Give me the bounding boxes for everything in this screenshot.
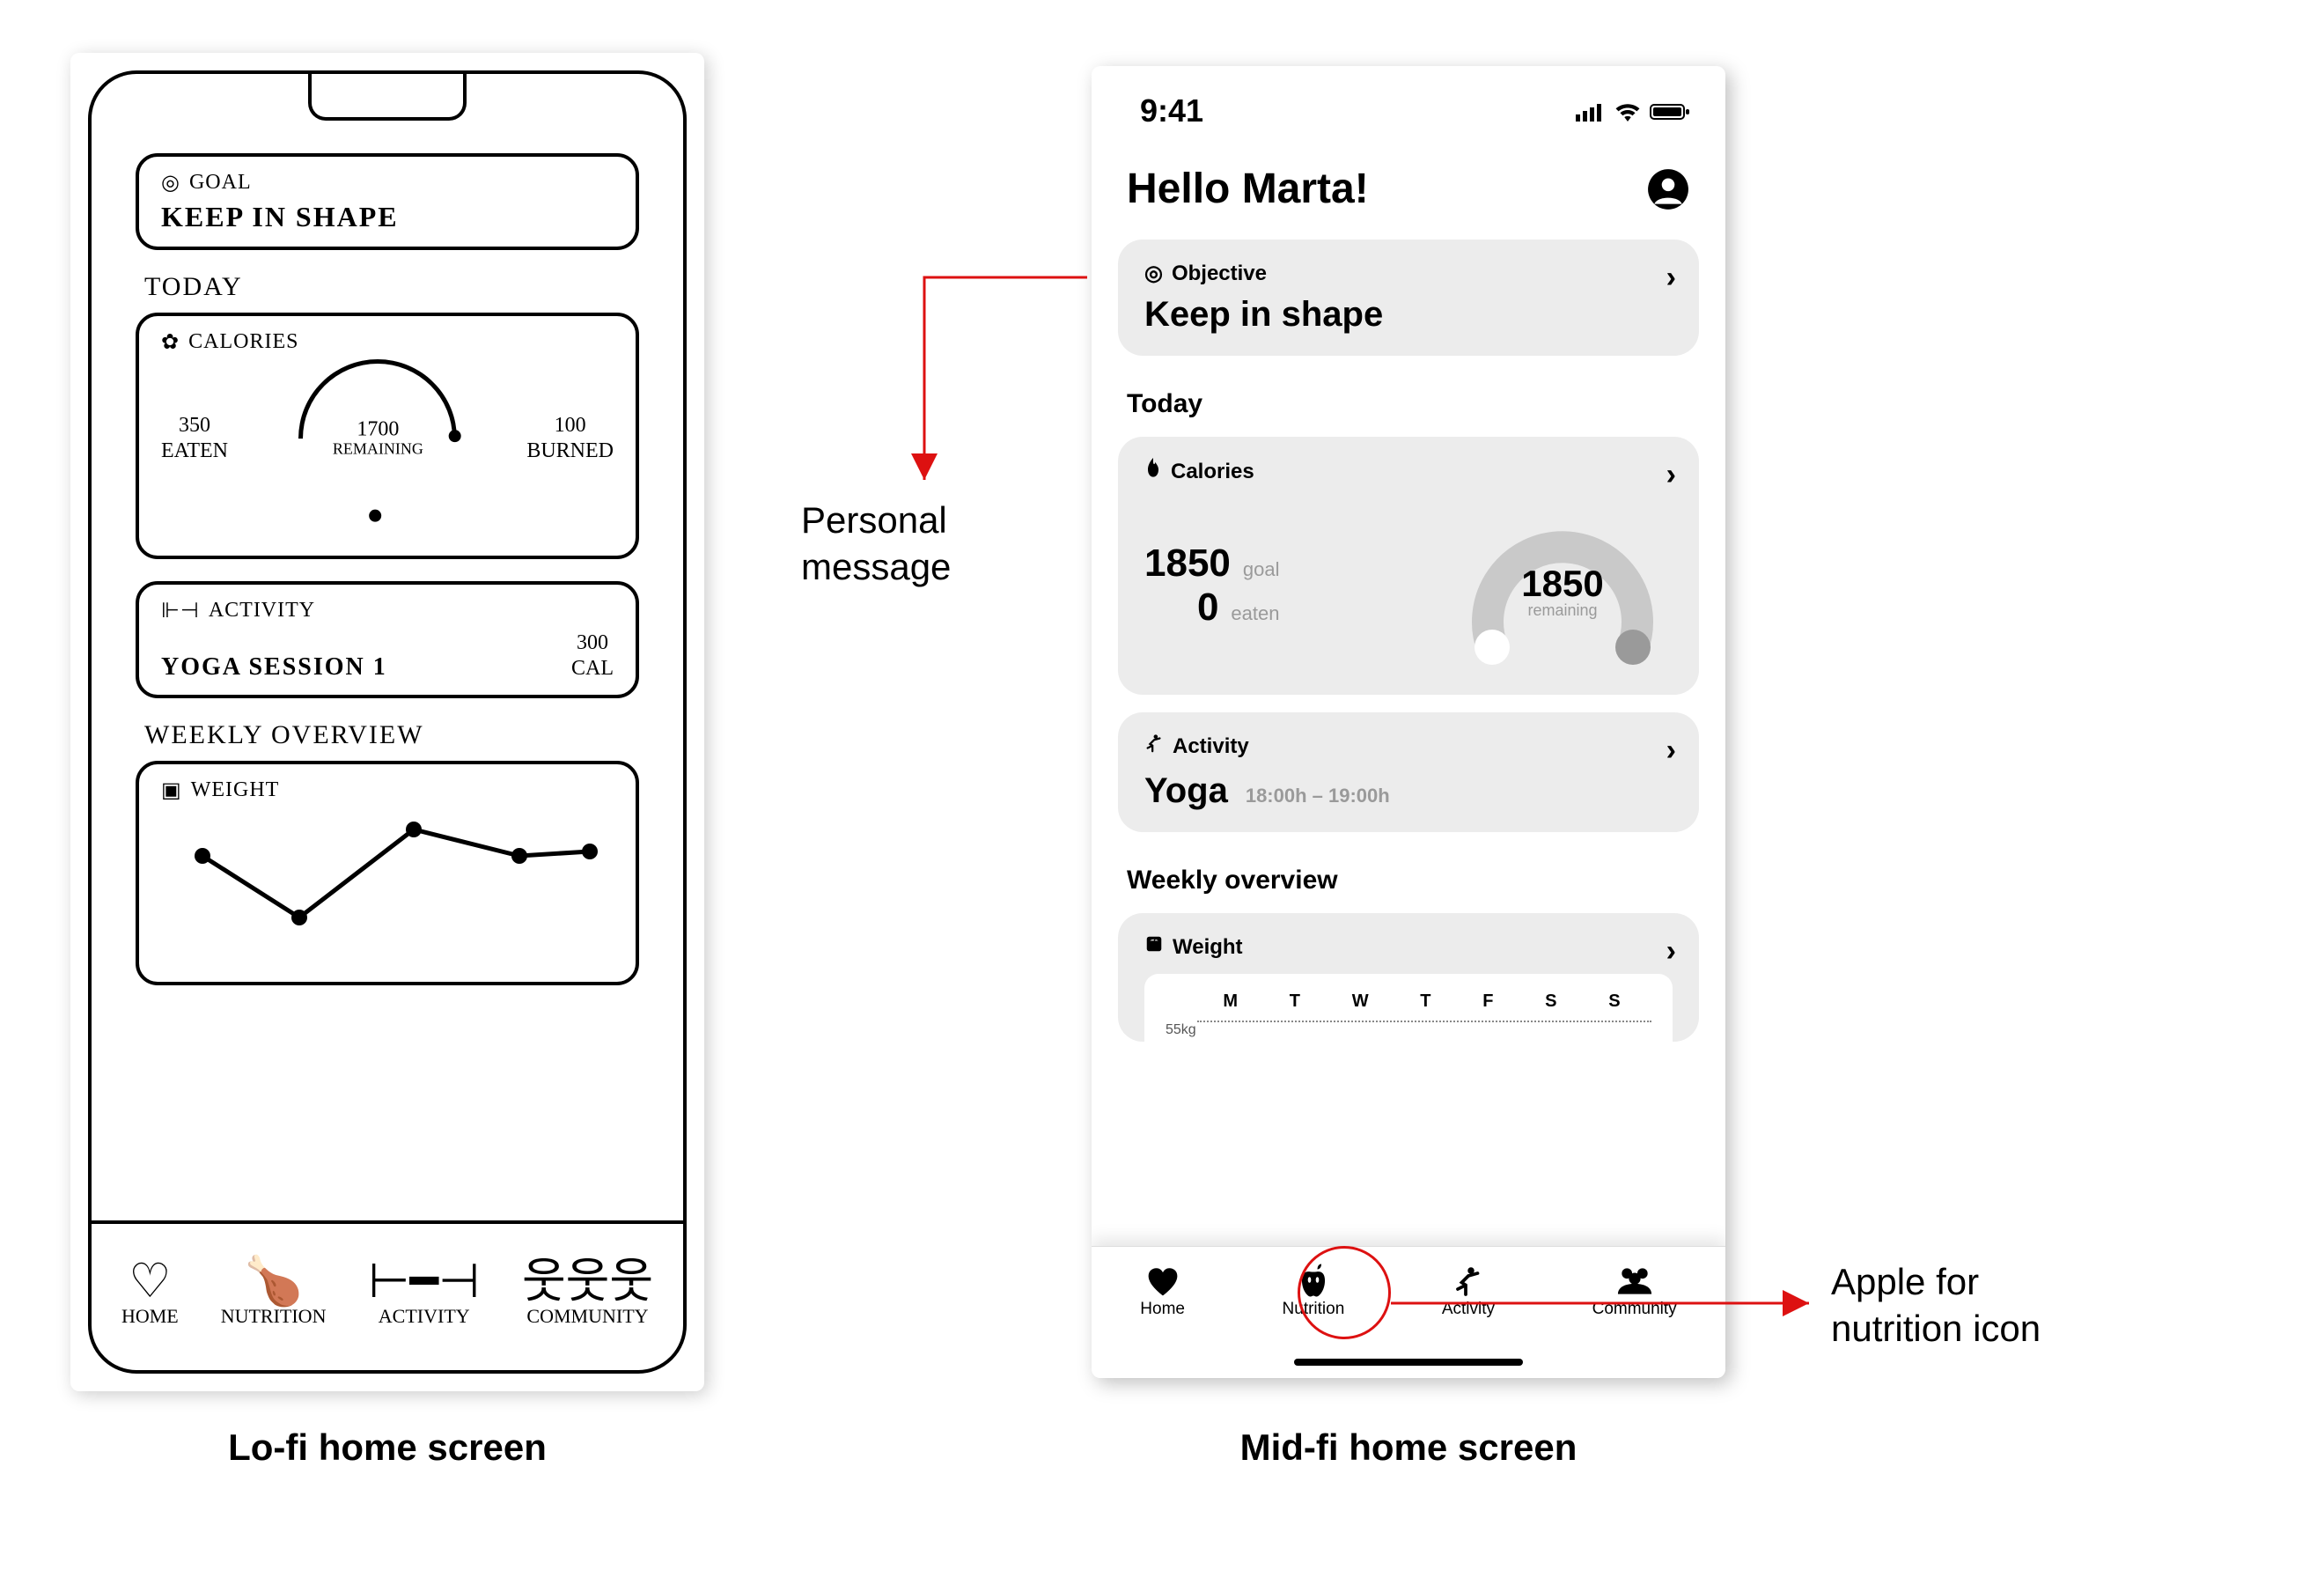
tab-home[interactable]: Home	[1140, 1263, 1185, 1319]
calories-card[interactable]: ✿ CALORIES 350 EATEN 1700 REMAINING	[136, 313, 639, 559]
eaten-value: 0	[1197, 586, 1218, 630]
eaten-label: eaten	[1231, 602, 1279, 625]
home-indicator-icon[interactable]	[1294, 1359, 1523, 1366]
weekly-heading: WEEKLY OVERVIEW	[144, 720, 639, 750]
caption-midfi: Mid-fi home screen	[1193, 1426, 1624, 1469]
tab-activity-label: ACTIVITY	[368, 1305, 480, 1328]
chevron-right-icon: ›	[1666, 458, 1676, 492]
today-heading: Today	[1092, 373, 1725, 419]
today-heading: TODAY	[144, 272, 639, 302]
status-bar: 9:41	[1092, 66, 1725, 129]
annotation-circle-icon	[1298, 1246, 1391, 1339]
heart-icon	[1140, 1263, 1185, 1300]
tab-home-label: Home	[1140, 1300, 1185, 1319]
remaining-value: 1850	[1521, 563, 1603, 604]
scale-icon	[1144, 934, 1164, 960]
home-icon: ♡	[121, 1257, 179, 1305]
activity-cal-label: CAL	[571, 656, 614, 682]
activity-card[interactable]: Activity › Yoga 18:00h – 19:00h	[1118, 712, 1699, 832]
status-time: 9:41	[1140, 92, 1203, 129]
goal-value: KEEP IN SHAPE	[161, 201, 614, 233]
battery-icon	[1650, 92, 1690, 129]
tab-community-label: COMMUNITY	[522, 1305, 653, 1328]
burned-value: 100	[526, 413, 614, 439]
objective-value: Keep in shape	[1144, 295, 1673, 335]
week-days: M T W T F S S	[1144, 974, 1673, 1017]
notch-icon	[308, 72, 467, 121]
chevron-right-icon: ›	[1666, 934, 1676, 969]
weight-label: WEIGHT	[191, 778, 280, 802]
activity-name: YOGA SESSION 1	[161, 653, 387, 682]
weight-chart-icon	[161, 803, 614, 944]
activity-label: ACTIVITY	[209, 599, 315, 623]
tab-bar: ♡ HOME 🍗 NUTRITION ⊢━⊣ ACTIVITY 웃웃웃 COMM…	[92, 1220, 683, 1370]
calories-gauge-icon: 1700 REMAINING	[265, 327, 489, 551]
goal-label: GOAL	[189, 171, 252, 195]
scale-icon: ▣	[161, 778, 182, 803]
objective-label: Objective	[1172, 262, 1267, 286]
chevron-right-icon: ›	[1666, 261, 1676, 295]
calories-label: CALORIES	[188, 330, 298, 354]
greeting: Hello Marta!	[1127, 165, 1369, 213]
flame-icon: ✿	[161, 329, 180, 355]
target-icon: ◎	[1144, 261, 1163, 286]
goal-label: goal	[1243, 558, 1280, 581]
tab-home-label: HOME	[121, 1305, 179, 1328]
remaining-label: remaining	[1527, 601, 1597, 619]
tab-bar: Home Nutrition Activity Community	[1092, 1246, 1725, 1378]
tab-activity[interactable]: Activity	[1442, 1263, 1495, 1319]
calories-label: Calories	[1171, 460, 1254, 484]
cellular-icon	[1576, 92, 1606, 129]
calories-gauge-icon: 1850 remaining	[1452, 498, 1673, 674]
weight-label: Weight	[1173, 935, 1243, 960]
weight-card[interactable]: ▣ WEIGHT	[136, 761, 639, 985]
exercise-icon	[1144, 733, 1164, 759]
chevron-right-icon: ›	[1666, 733, 1676, 768]
profile-button[interactable]	[1646, 167, 1690, 211]
activity-card[interactable]: ⊩⊣ ACTIVITY YOGA SESSION 1 300 CAL	[136, 581, 639, 698]
target-icon: ◎	[161, 170, 180, 195]
goal-card[interactable]: ◎ GOAL KEEP IN SHAPE	[136, 153, 639, 250]
tab-community[interactable]: Community	[1592, 1263, 1677, 1319]
eaten-label: EATEN	[161, 439, 228, 464]
tab-home[interactable]: ♡ HOME	[121, 1257, 179, 1328]
eaten-value: 350	[161, 413, 228, 439]
annotation-personal-message: Personal message	[801, 498, 951, 590]
tab-community[interactable]: 웃웃웃 COMMUNITY	[522, 1257, 653, 1328]
exercise-icon	[1442, 1263, 1495, 1300]
caption-lofi: Lo-fi home screen	[180, 1426, 594, 1469]
wifi-icon	[1614, 92, 1641, 129]
tab-activity[interactable]: ⊢━⊣ ACTIVITY	[368, 1257, 480, 1328]
people-icon: 웃웃웃	[522, 1257, 653, 1305]
goal-value: 1850	[1144, 542, 1231, 586]
midfi-home-screen: 9:41 Hello Marta! ◎ Objec	[1092, 66, 1725, 1378]
remaining-label: REMAINING	[332, 441, 423, 459]
remaining-value: 1700	[332, 418, 423, 441]
calories-card[interactable]: Calories › 1850 goal 0 eaten	[1118, 437, 1699, 695]
tab-nutrition-label: NUTRITION	[221, 1305, 327, 1328]
tab-community-label: Community	[1592, 1300, 1677, 1319]
activity-time: 18:00h – 19:00h	[1246, 785, 1390, 807]
group-icon	[1592, 1263, 1677, 1300]
person-circle-icon	[1646, 167, 1690, 211]
activity-name: Yoga	[1144, 771, 1228, 811]
barbell-icon: ⊢━⊣	[368, 1257, 480, 1305]
weight-card[interactable]: Weight › M T W T F S S 55kg	[1118, 913, 1699, 1042]
weekly-heading: Weekly overview	[1092, 850, 1725, 896]
activity-cal-value: 300	[571, 630, 614, 656]
lofi-home-screen: ◎ GOAL KEEP IN SHAPE TODAY ✿ CALORIES 35…	[70, 53, 704, 1391]
tab-nutrition[interactable]: 🍗 NUTRITION	[221, 1257, 327, 1328]
activity-label: Activity	[1173, 734, 1249, 759]
annotation-nutrition-icon: Apple for nutrition icon	[1831, 1259, 2041, 1352]
weight-axis-label: 55kg	[1144, 1022, 1673, 1038]
flame-icon	[1144, 458, 1162, 485]
drumstick-icon: 🍗	[221, 1257, 327, 1305]
tab-activity-label: Activity	[1442, 1300, 1495, 1319]
burned-label: BURNED	[526, 439, 614, 464]
dumbbell-icon: ⊩⊣	[161, 598, 200, 623]
objective-card[interactable]: ◎ Objective › Keep in shape	[1118, 240, 1699, 356]
